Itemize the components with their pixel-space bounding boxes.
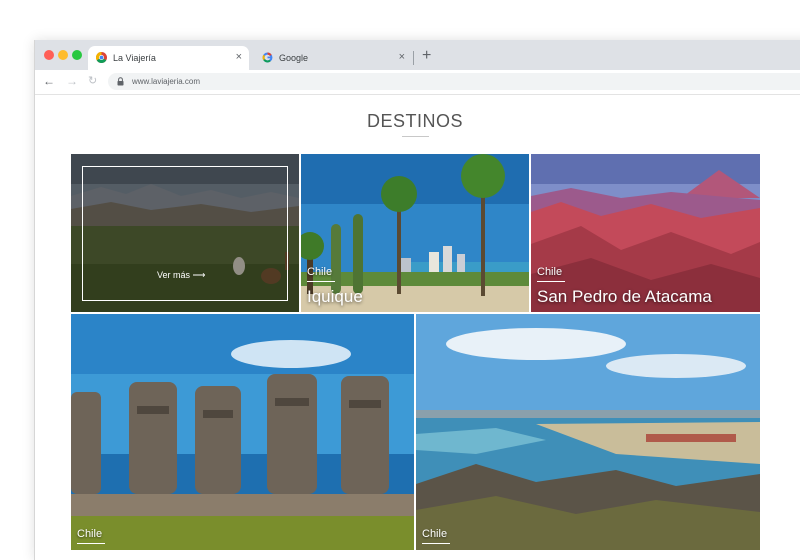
- minimize-window-button[interactable]: [58, 50, 68, 60]
- ver-mas-label: Ver más: [157, 270, 191, 280]
- tab-title: Google: [279, 53, 309, 63]
- forward-arrow-icon[interactable]: →: [66, 73, 78, 89]
- tab-strip: La Viajería × Google × +: [35, 40, 800, 70]
- close-tab-icon[interactable]: ×: [399, 51, 405, 63]
- browser-toolbar: ← → ↻ www.laviajeria.com: [35, 70, 800, 95]
- close-tab-icon[interactable]: ×: [236, 51, 242, 63]
- close-window-button[interactable]: [44, 50, 54, 60]
- card-country: Chile: [77, 528, 103, 540]
- tab-title: La Viajería: [113, 53, 156, 63]
- new-tab-button[interactable]: +: [422, 47, 431, 65]
- coast-photo: [416, 314, 760, 550]
- tab-la-viajeria[interactable]: La Viajería ×: [88, 46, 249, 70]
- destination-card-iquique[interactable]: Chile Iquique: [301, 154, 529, 312]
- arrow-right-icon: ⟶: [192, 270, 206, 280]
- page-title: DESTINOS: [366, 111, 463, 131]
- chrome-icon: [96, 52, 107, 63]
- card-country: Chile: [537, 266, 563, 278]
- card-city: San Pedro de Atacama: [537, 287, 712, 306]
- destination-card-coast[interactable]: Chile: [416, 314, 760, 550]
- tab-separator: [413, 51, 414, 65]
- address-bar[interactable]: www.laviajeria.com: [108, 73, 800, 90]
- card-underline: [307, 281, 335, 282]
- moai-photo: [71, 314, 414, 550]
- card-country: Chile: [422, 528, 448, 540]
- card-underline: [537, 281, 565, 282]
- title-divider: [402, 136, 429, 137]
- card-city: Iquique: [307, 287, 363, 306]
- card-country: Chile: [307, 266, 333, 278]
- back-arrow-icon[interactable]: ←: [43, 73, 55, 89]
- url-text: www.laviajeria.com: [132, 77, 201, 86]
- card-underline: [77, 543, 105, 544]
- ver-mas-link[interactable]: Ver más ⟶: [157, 269, 205, 281]
- google-icon: [262, 52, 273, 63]
- reload-icon[interactable]: ↻: [88, 73, 97, 89]
- destination-card-easter-island[interactable]: Chile: [71, 314, 414, 550]
- lock-icon: [117, 77, 124, 86]
- tab-google[interactable]: Google ×: [254, 46, 412, 70]
- card-underline: [422, 543, 450, 544]
- maximize-window-button[interactable]: [72, 50, 82, 60]
- destination-card-altiplano[interactable]: Ver más ⟶: [71, 154, 299, 312]
- destination-card-san-pedro[interactable]: Chile San Pedro de Atacama: [531, 154, 760, 312]
